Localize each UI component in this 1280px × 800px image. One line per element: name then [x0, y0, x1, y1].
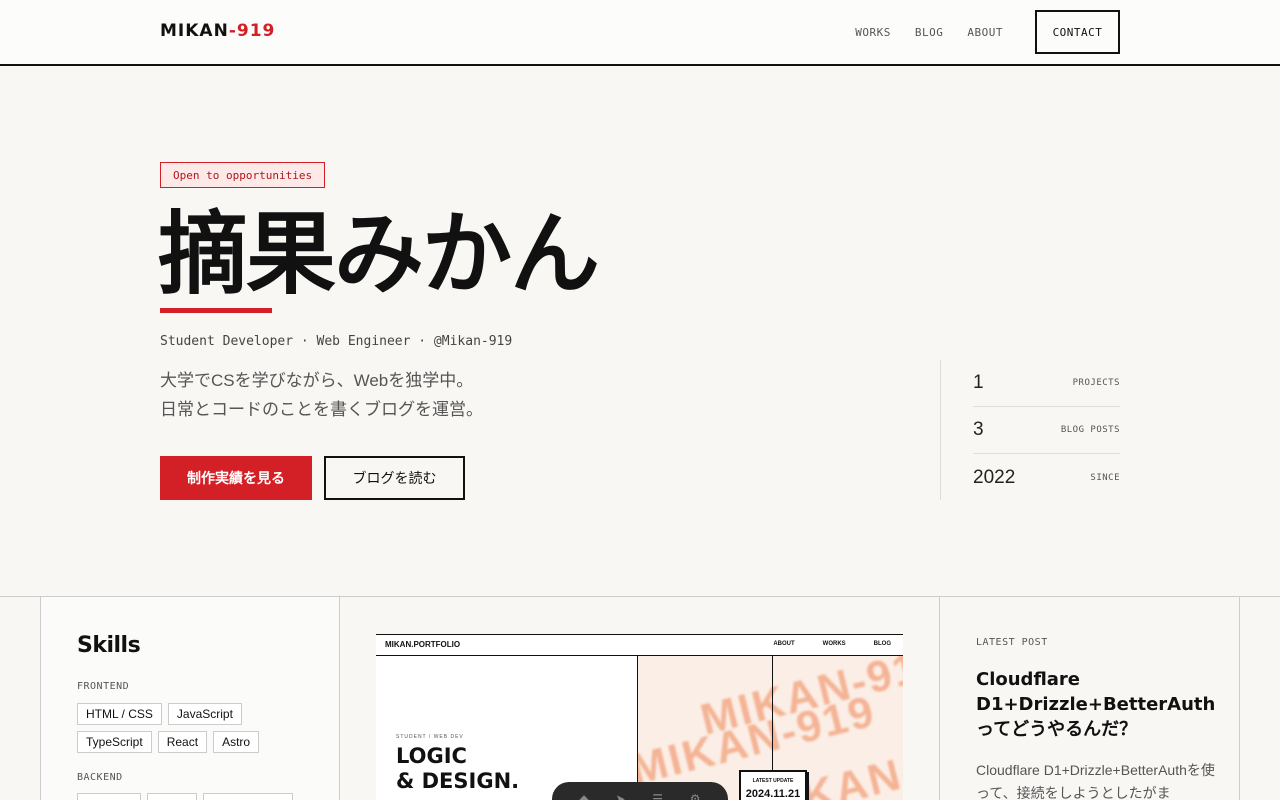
contact-button[interactable]: CONTACT: [1035, 10, 1120, 54]
latest-post-title[interactable]: Cloudflare D1+Drizzle+BetterAuthってどうやるんだ…: [976, 667, 1226, 742]
intro-text: 大学でCSを学びながら、Webを独学中。 日常とコードのことを書くブログを運営。: [160, 366, 483, 424]
skill-tag: [77, 793, 141, 800]
preview-link: ABOUT: [773, 641, 795, 647]
main-nav: WORKS BLOG ABOUT CONTACT: [831, 10, 1120, 54]
site-logo[interactable]: MIKAN-919: [160, 21, 275, 41]
preview-hero-line-2: & DESIGN.: [396, 769, 520, 793]
backend-label: BACKEND: [77, 772, 123, 783]
roles-line: Student Developer · Web Engineer · @Mika…: [160, 334, 513, 349]
stat-value: 3: [973, 419, 984, 440]
skill-tag: TypeScript: [77, 731, 152, 753]
menu-icon: ☰: [652, 792, 664, 800]
preview-link: BLOG: [873, 641, 891, 647]
stat-value: 1: [973, 372, 984, 393]
preview-subtitle: STUDENT / WEB DEV: [396, 734, 464, 740]
nav-blog[interactable]: BLOG: [915, 26, 944, 39]
preview-logo: MIKAN.PORTFOLIO: [385, 640, 461, 649]
work-preview-card[interactable]: MIKAN.PORTFOLIO ABOUT WORKS BLOG STUDENT…: [340, 597, 940, 800]
portfolio-screenshot[interactable]: MIKAN.PORTFOLIO ABOUT WORKS BLOG STUDENT…: [376, 634, 903, 800]
preview-links: ABOUT WORKS BLOG: [745, 641, 891, 647]
stat-label: PROJECTS: [1072, 378, 1120, 388]
preview-nav: MIKAN.PORTFOLIO ABOUT WORKS BLOG: [376, 635, 903, 656]
skill-tag: JavaScript: [167, 703, 242, 725]
stat-value: 2022: [973, 466, 1016, 488]
skills-title: Skills: [77, 633, 141, 658]
stat-projects: 1 PROJECTS: [973, 360, 1120, 407]
preview-toolbar: ◆ ➤ ☰ ⚙: [552, 782, 728, 800]
stats-panel: 1 PROJECTS 3 BLOG POSTS 2022 SINCE: [940, 360, 1120, 500]
preview-link: WORKS: [822, 641, 846, 647]
preview-hero-line-1: LOGIC: [396, 744, 467, 768]
skill-tag: Astro: [213, 731, 260, 753]
view-works-button[interactable]: 制作実績を見る: [160, 456, 312, 500]
hero-title: 摘果みかん: [158, 202, 600, 307]
nav-works[interactable]: WORKS: [855, 26, 891, 39]
skill-tag: HTML / CSS: [77, 703, 162, 725]
skill-tag: React: [157, 731, 208, 753]
read-blog-button[interactable]: ブログを読む: [324, 456, 465, 500]
stat-label: SINCE: [1090, 472, 1120, 483]
update-label: LATEST UPDATE: [752, 778, 794, 784]
stat-since: 2022 SINCE: [973, 454, 1120, 501]
gear-icon: ⚙: [689, 792, 701, 800]
availability-badge: Open to opportunities: [160, 162, 326, 188]
latest-post-excerpt: Cloudflare D1+Drizzle+BetterAuthを使って、接続を…: [976, 762, 1215, 800]
toolbar-icon: ➤: [615, 792, 626, 800]
bottom-section: Skills FRONTEND HTML / CSS JavaScript Ty…: [0, 596, 1280, 800]
title-underline: [160, 308, 272, 313]
stat-blog-posts: 3 BLOG POSTS: [973, 407, 1120, 454]
skill-tag: [147, 793, 197, 800]
latest-update-card: LATEST UPDATE 2024.11.21: [739, 770, 807, 800]
skills-card: Skills FRONTEND HTML / CSS JavaScript Ty…: [40, 597, 340, 800]
frontend-label: FRONTEND: [77, 681, 130, 692]
backend-tags: [77, 793, 317, 800]
nav-about[interactable]: ABOUT: [967, 26, 1003, 39]
toolbar-icon: ◆: [579, 792, 589, 800]
preview-artwork: MIKAN-919 MIKAN-919 MIKAN-919 LATEST UPD…: [638, 656, 903, 800]
frontend-tags: HTML / CSS JavaScript TypeScript React A…: [77, 703, 317, 759]
intro-line-2: 日常とコードのことを書くブログを運営。: [160, 400, 483, 419]
site-header: MIKAN-919 WORKS BLOG ABOUT CONTACT: [0, 0, 1280, 66]
skill-tag: [203, 793, 293, 800]
update-date: 2024.11.21: [745, 788, 801, 800]
latest-post-label: LATEST POST: [976, 637, 1048, 648]
stat-label: BLOG POSTS: [1060, 425, 1120, 435]
preview-hero-text: LOGIC & DESIGN.: [396, 744, 519, 794]
preview-left-pane: STUDENT / WEB DEV LOGIC & DESIGN.: [376, 656, 638, 800]
latest-post-card[interactable]: LATEST POST Cloudflare D1+Drizzle+Better…: [940, 597, 1240, 800]
intro-line-1: 大学でCSを学びながら、Webを独学中。: [160, 371, 474, 390]
